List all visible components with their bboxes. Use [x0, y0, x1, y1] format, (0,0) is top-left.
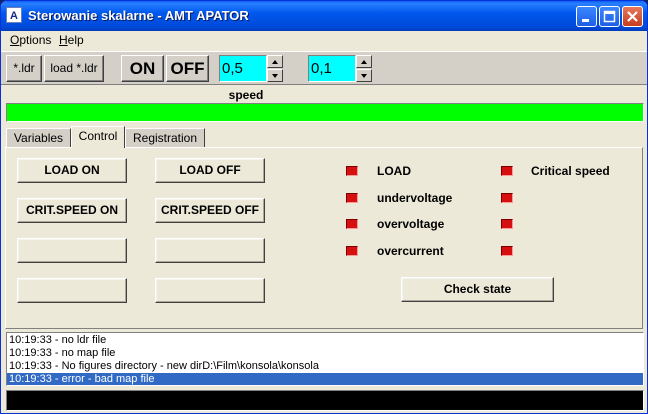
- tab-strip: Variables Control Registration: [1, 126, 647, 148]
- crit-speed-on-button[interactable]: CRIT.SPEED ON: [17, 198, 127, 223]
- spin-down-button-2[interactable]: [356, 69, 372, 82]
- log-listbox[interactable]: 10:19:33 - no ldr file 10:19:33 - no map…: [6, 332, 644, 386]
- spin-input-2[interactable]: 0,1: [308, 55, 356, 82]
- undervoltage-indicator-label: undervoltage: [377, 191, 453, 205]
- menu-options[interactable]: Options: [10, 33, 51, 47]
- command-input[interactable]: [6, 390, 644, 411]
- spin-up-button-1[interactable]: [267, 55, 283, 68]
- menu-options-mnemonic: O: [10, 33, 20, 47]
- overcurrent-indicator-led: [346, 246, 358, 256]
- critical-speed-indicator-led: [501, 166, 513, 176]
- load-off-button[interactable]: LOAD OFF: [155, 158, 265, 183]
- load-on-button[interactable]: LOAD ON: [17, 158, 127, 183]
- menu-help-label: elp: [67, 33, 84, 47]
- log-line[interactable]: 10:19:33 - no map file: [9, 347, 115, 360]
- menu-bar: Options Help: [1, 31, 647, 49]
- overcurrent-indicator-label: overcurrent: [377, 244, 444, 258]
- blank-button-2[interactable]: [155, 238, 265, 263]
- tab-control[interactable]: Control: [71, 126, 125, 148]
- spin-stepper-2: [356, 55, 372, 82]
- spin-stepper-1: [267, 55, 283, 82]
- tab-variables[interactable]: Variables: [6, 128, 71, 148]
- load-indicator-led: [346, 166, 358, 176]
- app-icon[interactable]: A: [6, 7, 22, 23]
- tab-registration[interactable]: Registration: [125, 128, 205, 148]
- menu-options-label: ptions: [19, 33, 52, 47]
- indicator-led-7: [501, 219, 513, 229]
- speed-bar-fill: [7, 104, 643, 121]
- blank-button-1[interactable]: [17, 238, 127, 263]
- on-button[interactable]: ON: [121, 55, 164, 82]
- control-panel: LOAD ON LOAD OFF CRIT.SPEED ON CRIT.SPEE…: [5, 147, 643, 329]
- speed-bar: [6, 103, 644, 122]
- undervoltage-indicator-led: [346, 193, 358, 203]
- spin-down-button-1[interactable]: [267, 69, 283, 82]
- maximize-icon: [603, 10, 616, 23]
- maximize-button[interactable]: [599, 6, 620, 27]
- speed-label: speed: [228, 88, 264, 102]
- indicator-led-8: [501, 246, 513, 256]
- overvoltage-indicator-led: [346, 219, 358, 229]
- blank-button-4[interactable]: [155, 278, 265, 303]
- minimize-button[interactable]: [576, 6, 597, 27]
- log-line[interactable]: 10:19:33 - No figures directory - new di…: [9, 360, 319, 373]
- ldr-button[interactable]: *.ldr: [6, 55, 42, 82]
- blank-button-3[interactable]: [17, 278, 127, 303]
- menu-help[interactable]: Help: [59, 33, 84, 47]
- log-line[interactable]: 10:19:33 - no ldr file: [9, 334, 106, 347]
- overvoltage-indicator-label: overvoltage: [377, 217, 445, 231]
- spin-up-button-2[interactable]: [356, 55, 372, 68]
- toolbar: *.ldr load *.ldr ON OFF 0,5 0,1: [1, 51, 647, 85]
- log-line-selected[interactable]: 10:19:33 - error - bad map file: [7, 373, 643, 385]
- check-state-button[interactable]: Check state: [401, 277, 554, 302]
- spin-input-1[interactable]: 0,5: [219, 55, 267, 82]
- load-indicator-label: LOAD: [377, 164, 411, 178]
- menu-help-mnemonic: H: [59, 33, 68, 47]
- off-button[interactable]: OFF: [166, 55, 209, 82]
- load-ldr-button[interactable]: load *.ldr: [44, 55, 104, 82]
- indicator-led-6: [501, 193, 513, 203]
- title-bar[interactable]: A Sterowanie skalarne - AMT APATOR: [1, 1, 647, 31]
- close-icon: [627, 11, 638, 22]
- critical-speed-indicator-label: Critical speed: [531, 164, 610, 178]
- close-button[interactable]: [622, 6, 643, 27]
- crit-speed-off-button[interactable]: CRIT.SPEED OFF: [155, 198, 265, 223]
- minimize-icon: [582, 19, 589, 22]
- app-window: A Sterowanie skalarne - AMT APATOR Optio…: [0, 0, 648, 414]
- window-title: Sterowanie skalarne - AMT APATOR: [28, 8, 249, 23]
